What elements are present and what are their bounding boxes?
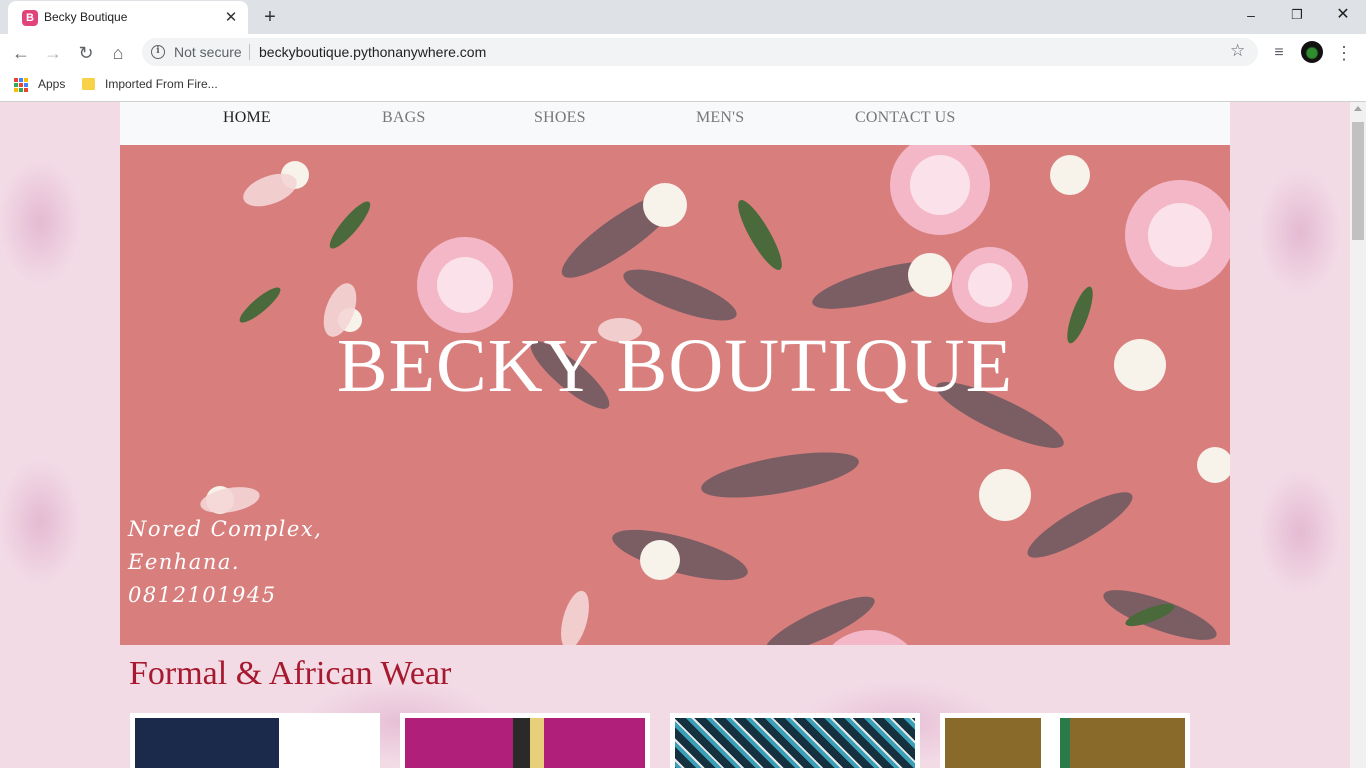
bookmark-apps[interactable]: Apps: [38, 77, 65, 91]
scroll-up-arrow-icon[interactable]: [1354, 106, 1362, 111]
page-viewport: HOME BAGS SHOES MEN'S CONTACT US BECKY B…: [0, 102, 1350, 768]
nav-mens[interactable]: MEN'S: [696, 109, 744, 127]
close-tab-icon[interactable]: ✕: [222, 9, 240, 27]
security-label[interactable]: Not secure: [174, 44, 242, 60]
url-text[interactable]: beckyboutique.pythonanywhere.com: [259, 44, 486, 60]
browser-tabstrip: B Becky Boutique ✕ + – ❐ ✕: [0, 0, 1366, 34]
nav-contact-us[interactable]: CONTACT US: [855, 109, 955, 127]
close-window-icon[interactable]: ✕: [1328, 4, 1358, 28]
restore-icon[interactable]: ❐: [1282, 4, 1312, 28]
address-line-2: Eenhana.: [128, 550, 241, 574]
bookmark-imported-folder[interactable]: Imported From Fire...: [105, 77, 218, 91]
product-image[interactable]: [945, 718, 1185, 768]
address-line-1: Nored Complex,: [128, 517, 323, 541]
new-tab-icon[interactable]: +: [258, 6, 282, 30]
address-bar[interactable]: i Not secure beckyboutique.pythonanywher…: [142, 38, 1258, 66]
section-title: Formal & African Wear: [129, 655, 452, 692]
browser-tab[interactable]: B Becky Boutique ✕: [8, 1, 248, 34]
menu-kebab-icon[interactable]: ⋮: [1331, 40, 1357, 66]
scrollbar-thumb[interactable]: [1352, 122, 1364, 240]
profile-avatar[interactable]: [1301, 41, 1323, 63]
product-image[interactable]: [675, 718, 915, 768]
product-image[interactable]: [405, 718, 645, 768]
hero-title: BECKY BOUTIQUE: [336, 324, 1014, 408]
tab-title: Becky Boutique: [44, 10, 128, 24]
bookmarks-bar: Apps Imported From Fire...: [0, 71, 1366, 102]
product-card[interactable]: [400, 713, 650, 768]
nav-bags[interactable]: BAGS: [382, 109, 425, 127]
product-card[interactable]: [670, 713, 920, 768]
nav-home[interactable]: HOME: [223, 109, 271, 127]
home-icon[interactable]: ⌂: [105, 40, 131, 66]
folder-icon: [82, 78, 95, 90]
bookmark-star-icon[interactable]: ☆: [1230, 41, 1245, 61]
product-image[interactable]: [135, 718, 375, 768]
media-queue-icon[interactable]: ≡: [1266, 40, 1292, 66]
site-navbar: HOME BAGS SHOES MEN'S CONTACT US: [120, 102, 1230, 145]
reload-icon[interactable]: ↻: [73, 40, 99, 66]
favicon-icon: B: [22, 10, 38, 26]
product-card[interactable]: [940, 713, 1190, 768]
back-icon[interactable]: ←: [8, 40, 34, 66]
apps-grid-icon[interactable]: [14, 78, 28, 92]
page-scrollbar[interactable]: [1350, 102, 1366, 768]
minimize-icon[interactable]: –: [1236, 4, 1266, 28]
nav-shoes[interactable]: SHOES: [534, 109, 586, 127]
info-icon[interactable]: i: [151, 45, 165, 59]
product-card[interactable]: [130, 713, 380, 768]
forward-icon[interactable]: →: [40, 40, 66, 66]
omnibox-divider: [249, 44, 250, 60]
hero-banner: BECKY BOUTIQUE Nored Complex, Eenhana. 0…: [120, 145, 1230, 645]
phone-number: 0812101945: [128, 583, 277, 607]
